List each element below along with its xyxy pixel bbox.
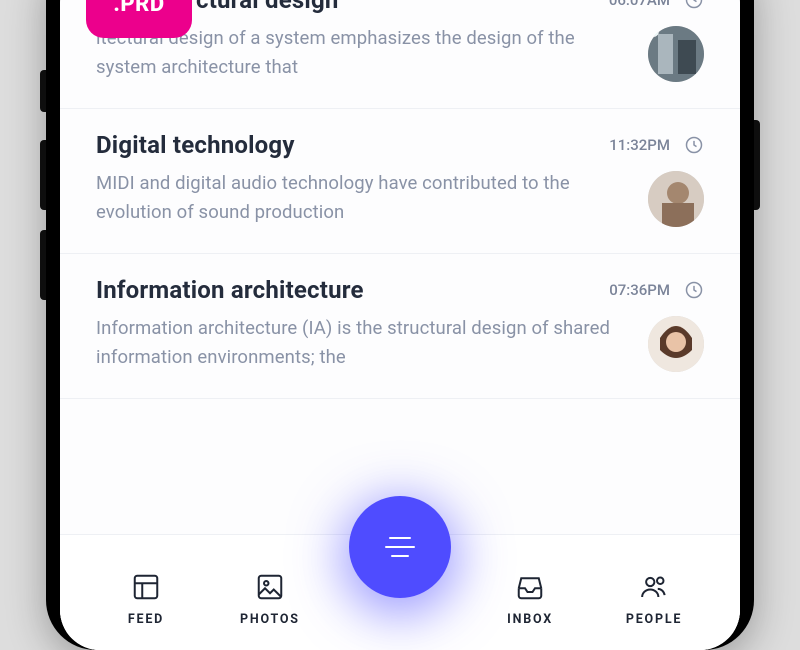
item-time: 06:07AM <box>609 0 670 9</box>
avatar[interactable] <box>648 171 704 227</box>
phone-frame: .PRD ctural design 06:07AM itectural des… <box>46 0 754 650</box>
nav-photos[interactable]: PHOTOS <box>208 558 332 627</box>
item-time: 07:36PM <box>609 281 670 299</box>
nav-inbox[interactable]: INBOX <box>468 558 592 627</box>
item-desc: Information architecture (IA) is the str… <box>96 314 622 371</box>
avatar[interactable] <box>648 316 704 372</box>
clock-icon <box>684 135 704 155</box>
nav-people[interactable]: PEOPLE <box>592 558 716 627</box>
item-title: Digital technology <box>96 131 595 159</box>
clock-icon <box>684 280 704 300</box>
inbox-icon <box>515 572 545 602</box>
nav-label: INBOX <box>507 612 553 627</box>
nav-label: PHOTOS <box>240 612 300 627</box>
compose-fab[interactable] <box>349 496 451 598</box>
item-desc: MIDI and digital audio technology have c… <box>96 169 622 226</box>
menu-icon <box>385 537 415 557</box>
prd-badge: .PRD <box>86 0 192 38</box>
people-icon <box>639 572 669 602</box>
nav-feed[interactable]: FEED <box>84 558 208 627</box>
photos-icon <box>255 572 285 602</box>
item-title: Information architecture <box>96 276 595 304</box>
nav-label: FEED <box>128 612 164 627</box>
nav-label: PEOPLE <box>626 612 682 627</box>
list-item[interactable]: Digital technology 11:32PM MIDI and digi… <box>60 109 740 254</box>
list-item[interactable]: Information architecture 07:36PM Informa… <box>60 254 740 399</box>
feed-icon <box>131 572 161 602</box>
item-time: 11:32PM <box>609 136 670 154</box>
clock-icon <box>684 0 704 10</box>
avatar[interactable] <box>648 26 704 82</box>
